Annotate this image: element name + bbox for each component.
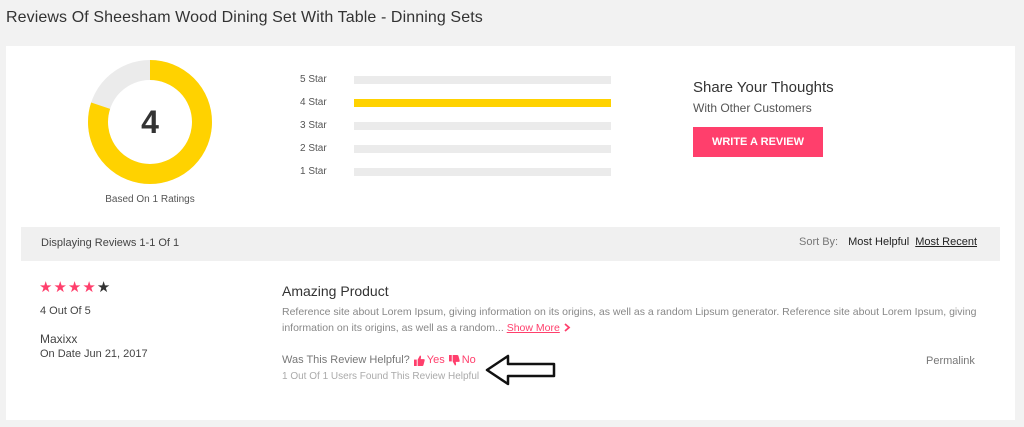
show-more-label: Show More — [506, 322, 560, 334]
rating-bar-row: 2 Star — [300, 137, 611, 160]
review-star-rating: ★ ★ ★ ★ ★ — [39, 280, 110, 295]
rating-bar-label: 3 Star — [300, 120, 327, 131]
helpful-question: Was This Review Helpful? — [282, 354, 410, 366]
rating-bar-label: 1 Star — [300, 166, 327, 177]
share-subtitle: With Other Customers — [693, 101, 812, 115]
rating-bar-label: 5 Star — [300, 74, 327, 85]
page-title: Reviews Of Sheesham Wood Dining Set With… — [6, 9, 483, 26]
sort-label: Sort By: — [798, 236, 839, 248]
rating-distribution: 5 Star 4 Star 3 Star 2 Star 1 Star — [300, 68, 611, 183]
based-on-count: Based On 1 Ratings — [105, 194, 195, 205]
rating-bar-track — [354, 121, 611, 130]
review-rating-text: 4 Out Of 5 — [40, 305, 91, 317]
left-arrow-annotation-icon — [485, 354, 556, 386]
sort-controls: Sort By: Most Helpful Most Recent — [799, 236, 983, 248]
chevron-right-icon — [564, 323, 571, 332]
thumbs-up-icon — [413, 354, 425, 366]
rating-bar-track — [354, 144, 611, 153]
sort-option-most-recent[interactable]: Most Recent — [915, 236, 977, 248]
rating-bar-label: 4 Star — [300, 97, 327, 108]
rating-bar-track — [354, 75, 611, 84]
vote-no-label: No — [461, 354, 476, 366]
reviews-card: 4 Based On 1 Ratings 5 Star 4 Star 3 Star 2… — [6, 46, 1015, 420]
helpful-count: 1 Out Of 1 Users Found This Review Helpf… — [282, 371, 480, 382]
rating-bar-row: 5 Star — [300, 68, 611, 91]
star-icon: ★ — [39, 279, 53, 296]
vote-yes-label: Yes — [426, 354, 445, 366]
sort-option-most-helpful[interactable]: Most Helpful — [848, 236, 909, 248]
reviews-toolbar: Displaying Reviews 1-1 Of 1 Sort By: Mos… — [21, 227, 1000, 261]
displaying-count: Displaying Reviews 1-1 Of 1 — [41, 237, 180, 249]
star-icon: ★ — [67, 279, 82, 296]
rating-bar-fill — [354, 98, 611, 107]
rating-bar-row: 4 Star — [300, 91, 611, 114]
star-icon: ★ — [82, 279, 96, 296]
review-date: On Date Jun 21, 2017 — [40, 348, 148, 360]
review-body: Reference site about Lorem Ipsum, giving… — [282, 304, 982, 336]
rating-bar-row: 1 Star — [300, 160, 611, 183]
rating-bar-row: 3 Star — [300, 114, 611, 137]
review-body-text: Reference site about Lorem Ipsum, giving… — [282, 306, 977, 334]
star-icon: ★ — [53, 279, 67, 296]
average-rating-ring: 4 — [88, 60, 212, 184]
permalink-link[interactable]: Permalink — [926, 355, 975, 367]
vote-no-button[interactable]: No — [448, 354, 476, 366]
star-icon: ★ — [96, 279, 111, 296]
show-more-link[interactable]: Show More — [507, 322, 560, 334]
share-title: Share Your Thoughts — [693, 79, 834, 96]
reviewer-name: Maxixx — [40, 332, 78, 346]
thumbs-down-icon — [448, 354, 460, 366]
helpful-row: Was This Review Helpful? Yes No — [282, 354, 476, 366]
review-title: Amazing Product — [282, 283, 389, 299]
vote-yes-button[interactable]: Yes — [413, 354, 445, 366]
rating-bar-track — [354, 167, 611, 176]
average-rating-value: 4 — [141, 103, 159, 140]
rating-bar-track — [354, 98, 611, 107]
rating-bar-label: 2 Star — [300, 143, 327, 154]
write-review-button[interactable]: WRITE A REVIEW — [693, 127, 823, 157]
